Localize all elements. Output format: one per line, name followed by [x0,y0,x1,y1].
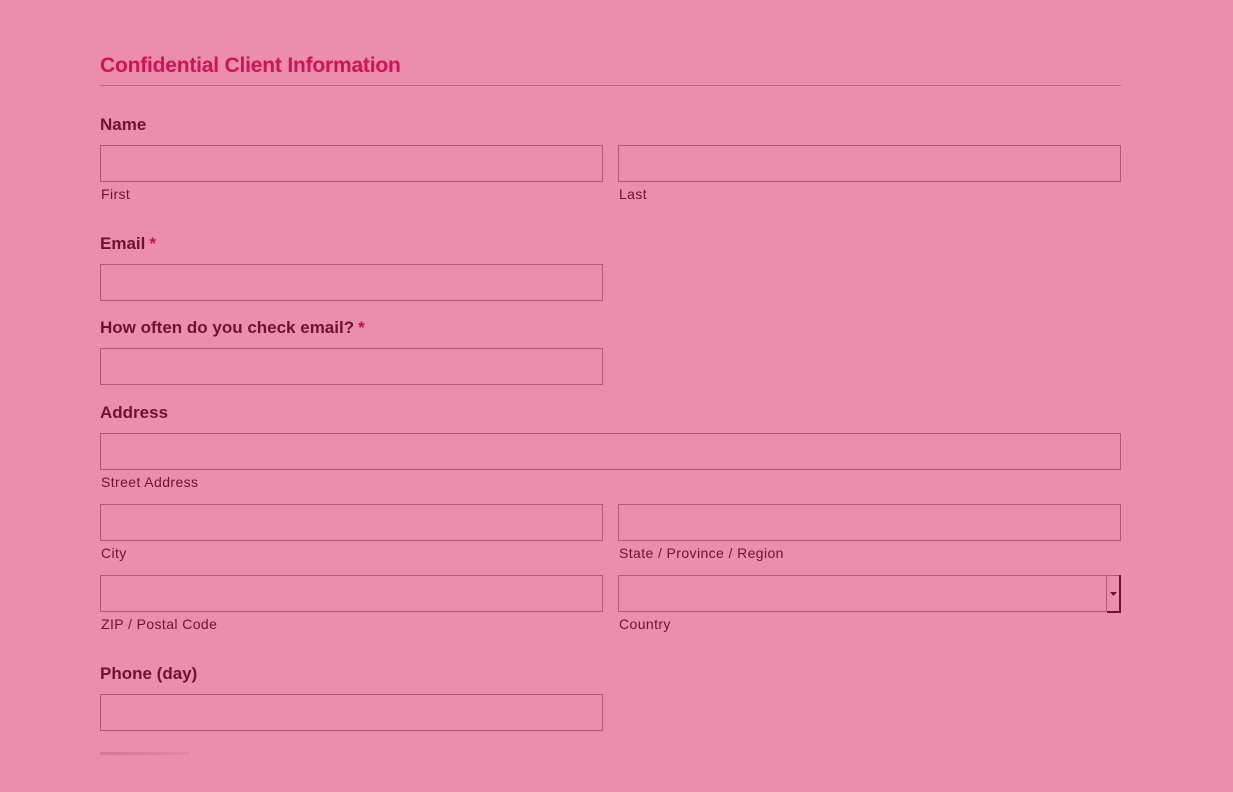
phone-day-label-text: Phone (day) [100,664,198,683]
first-name-sublabel: First [101,186,131,202]
street-address-input[interactable] [100,433,1121,470]
phone-day-input[interactable] [100,694,603,731]
section-divider [100,85,1121,86]
check-email-input[interactable] [100,348,603,385]
check-email-required-mark: * [358,318,365,337]
address-label: Address [100,403,168,423]
email-label-text: Email [100,234,146,253]
last-name-input[interactable] [618,145,1121,182]
select-shadow [1107,611,1121,613]
cut-off-sublabel [100,752,190,755]
check-email-label: How often do you check email? * [100,318,365,338]
city-sublabel: City [101,545,127,561]
zip-sublabel: ZIP / Postal Code [101,616,218,632]
section-title: Confidential Client Information [100,54,401,77]
state-input[interactable] [618,504,1121,541]
chevron-down-icon-glyph [1110,591,1117,596]
name-label-text: Name [100,115,147,134]
city-input[interactable] [100,504,603,541]
phone-day-label: Phone (day) [100,664,197,684]
zip-input[interactable] [100,575,603,612]
address-label-text: Address [100,403,169,422]
state-sublabel: State / Province / Region [619,545,784,561]
country-select[interactable] [618,575,1121,613]
email-label: Email * [100,234,156,254]
name-label: Name [100,115,146,135]
chevron-down-icon[interactable] [1106,575,1121,612]
last-name-sublabel: Last [619,186,648,202]
email-input[interactable] [100,264,603,301]
email-required-mark: * [149,234,156,253]
first-name-input[interactable] [100,145,603,182]
street-address-sublabel: Street Address [101,474,199,490]
country-sublabel: Country [619,616,671,632]
check-email-label-text: How often do you check email? [100,318,355,337]
